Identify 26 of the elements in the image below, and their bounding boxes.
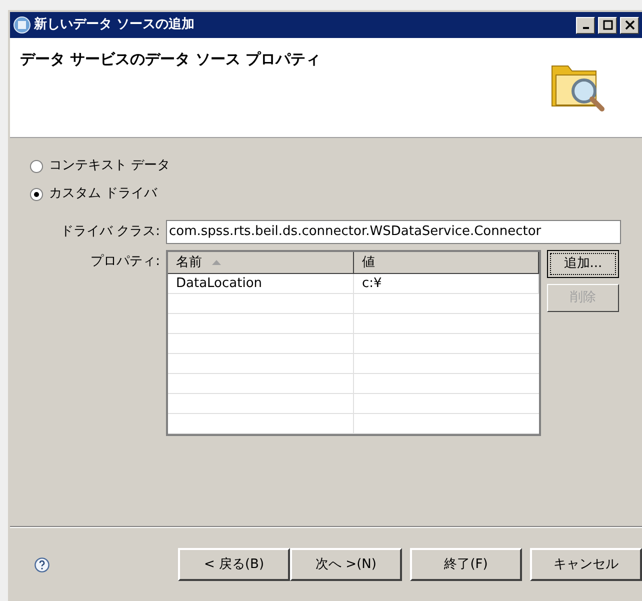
wizard-button[interactable]: 次へ >(N) bbox=[290, 548, 402, 581]
table-cell: DataLocation bbox=[168, 274, 354, 293]
wizard-button[interactable]: キャンセル bbox=[530, 548, 642, 581]
radio-label[interactable]: カスタム ドライバ bbox=[49, 184, 158, 204]
maximize-icon bbox=[602, 20, 612, 30]
field-label: ドライバ クラス: bbox=[59, 223, 160, 242]
add-button[interactable]: 追加... bbox=[547, 250, 619, 278]
radio-label[interactable]: コンテキスト データ bbox=[49, 156, 170, 176]
minimize-button[interactable] bbox=[576, 16, 595, 34]
wizard-button[interactable]: < 戻る(B) bbox=[178, 548, 290, 581]
input-field[interactable]: com.spss.rts.beil.ds.connector.WSDataService.Connector bbox=[166, 220, 621, 244]
radio-button[interactable] bbox=[30, 160, 43, 172]
radio-button[interactable] bbox=[30, 188, 43, 200]
app-icon bbox=[13, 16, 31, 34]
page-title: データ サービスのデータ ソース プロパティ bbox=[20, 49, 321, 70]
close-button[interactable] bbox=[620, 16, 639, 34]
wizard-button[interactable]: 終了(F) bbox=[410, 548, 522, 581]
help-icon[interactable] bbox=[34, 554, 50, 574]
window-title: 新しいデータ ソースの追加 bbox=[34, 16, 196, 34]
maximize-button[interactable] bbox=[598, 16, 617, 34]
field-label: プロパティ: bbox=[90, 253, 160, 271]
column-header[interactable]: 値 bbox=[354, 252, 539, 273]
minimize-icon bbox=[582, 27, 588, 29]
close-icon bbox=[624, 20, 634, 30]
column-header[interactable]: 名前 bbox=[168, 252, 354, 273]
table-cell: c:¥ bbox=[354, 274, 539, 293]
